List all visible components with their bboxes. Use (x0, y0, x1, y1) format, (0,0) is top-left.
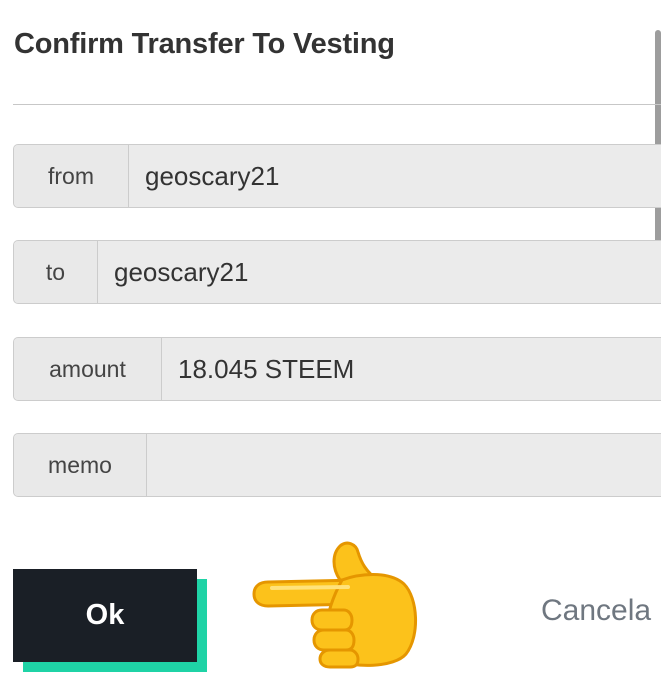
amount-input[interactable]: 18.045 STEEM (162, 338, 661, 400)
amount-field: amount 18.045 STEEM (13, 337, 661, 401)
from-field: from geoscary21 (13, 144, 661, 208)
from-input[interactable]: geoscary21 (129, 145, 661, 207)
ok-button[interactable]: Ok (13, 569, 197, 662)
cancel-button[interactable]: Cancela (541, 594, 651, 628)
title-divider (13, 104, 661, 105)
memo-label: memo (14, 434, 147, 496)
pointing-hand-icon (252, 541, 418, 669)
to-input[interactable]: geoscary21 (98, 241, 661, 303)
from-label: from (14, 145, 129, 207)
to-label: to (14, 241, 98, 303)
memo-input[interactable] (147, 434, 661, 496)
transfer-confirm-dialog: Confirm Transfer To Vesting from geoscar… (0, 0, 661, 685)
amount-label: amount (14, 338, 162, 400)
memo-field: memo (13, 433, 661, 497)
dialog-title: Confirm Transfer To Vesting (14, 28, 395, 60)
to-field: to geoscary21 (13, 240, 661, 304)
